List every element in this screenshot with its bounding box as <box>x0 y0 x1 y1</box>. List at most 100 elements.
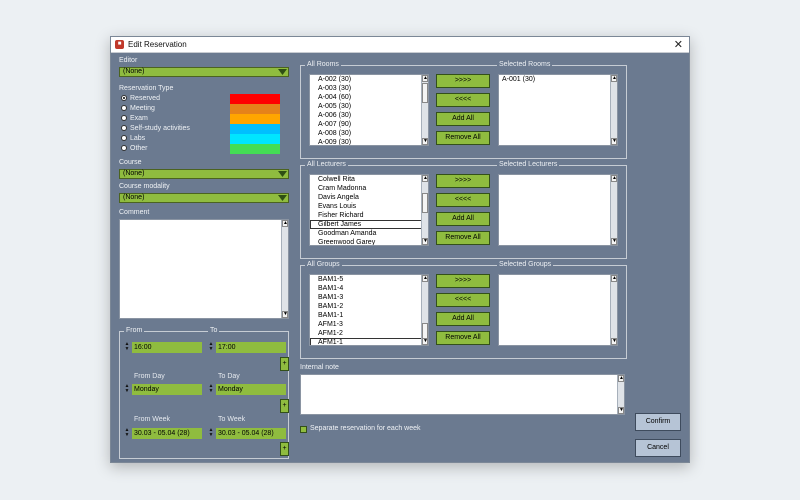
comment-scrollbar[interactable]: ▲ ▼ <box>281 220 288 318</box>
to-time-spinner[interactable]: ▲ ▼ 17:00 <box>208 342 286 353</box>
groups-all-list[interactable]: BAM1-5 BAM1-4 BAM1-3 BAM1-2 BAM1-1 AFM1-3 AFM1… <box>309 274 429 346</box>
scroll-down-icon[interactable]: ▼ <box>618 407 624 414</box>
reservation-type-option[interactable]: Self-study activities <box>121 125 190 134</box>
to-week-spinner[interactable]: ▲ ▼ 30.03 - 05.04 (28) <box>208 428 286 439</box>
lecturers-selected-scrollbar[interactable]: ▲ ▼ <box>610 175 617 245</box>
list-item[interactable]: A-005 (30) <box>310 102 422 111</box>
groups-add-selected-button[interactable]: >>>> <box>436 274 490 288</box>
spinner-arrows-icon[interactable]: ▲ ▼ <box>124 428 130 439</box>
scroll-up-icon[interactable]: ▲ <box>422 275 428 282</box>
scroll-down-icon[interactable]: ▼ <box>611 138 617 145</box>
internal-note-textarea[interactable]: ▲ ▼ <box>300 374 625 415</box>
reservation-type-option[interactable]: Reserved <box>121 95 160 104</box>
to-time-plus-button[interactable]: + <box>280 357 289 371</box>
close-icon[interactable]: ✕ <box>674 38 683 51</box>
to-day-plus-button[interactable]: + <box>280 399 289 413</box>
from-week-spinner[interactable]: ▲ ▼ 30.03 - 05.04 (28) <box>124 428 202 439</box>
radio-button[interactable] <box>121 105 127 112</box>
lecturers-all-scrollbar[interactable]: ▲ ▼ <box>421 175 428 245</box>
from-day-spinner[interactable]: ▲ ▼ Monday <box>124 384 202 395</box>
rooms-selected-list[interactable]: A-001 (30) ▲ ▼ <box>498 74 618 146</box>
editor-select[interactable]: (None) <box>119 67 289 77</box>
list-item[interactable]: Fisher Richard <box>310 211 422 220</box>
cancel-button[interactable]: Cancel <box>635 439 681 457</box>
spinner-arrows-icon[interactable]: ▲ ▼ <box>208 428 214 439</box>
scroll-up-icon[interactable]: ▲ <box>618 375 624 382</box>
lecturers-all-list[interactable]: Colwell Rita Cram Madonna Davis Angela Evan… <box>309 174 429 246</box>
scroll-up-icon[interactable]: ▲ <box>611 175 617 182</box>
scroll-thumb[interactable] <box>422 193 428 213</box>
confirm-button[interactable]: Confirm <box>635 413 681 431</box>
from-time-value[interactable]: 16:00 <box>132 342 202 353</box>
spinner-arrows-icon[interactable]: ▲ ▼ <box>124 342 130 353</box>
list-item[interactable]: Colwell Rita <box>310 175 422 184</box>
spinner-arrows-icon[interactable]: ▲ ▼ <box>208 342 214 353</box>
radio-button[interactable] <box>121 95 127 102</box>
lecturers-add-all-button[interactable]: Add All <box>436 212 490 226</box>
reservation-type-option[interactable]: Other <box>121 145 148 154</box>
rooms-all-scrollbar[interactable]: ▲ ▼ <box>421 75 428 145</box>
list-item[interactable]: A-007 (90) <box>310 120 422 129</box>
reservation-type-option[interactable]: Exam <box>121 115 148 124</box>
lecturers-remove-all-button[interactable]: Remove All <box>436 231 490 245</box>
rooms-all-list[interactable]: A-002 (30) A-003 (30) A-004 (60) A-005 (30)… <box>309 74 429 146</box>
list-item[interactable]: Cram Madonna <box>310 184 422 193</box>
list-item[interactable]: BAM1-3 <box>310 293 422 302</box>
radio-button[interactable] <box>121 145 127 152</box>
radio-button[interactable] <box>121 115 127 122</box>
from-day-value[interactable]: Monday <box>132 384 202 395</box>
scroll-down-icon[interactable]: ▼ <box>422 238 428 245</box>
groups-selected-scrollbar[interactable]: ▲ ▼ <box>610 275 617 345</box>
to-week-plus-button[interactable]: + <box>280 442 289 456</box>
to-day-spinner[interactable]: ▲ ▼ Monday <box>208 384 286 395</box>
list-item[interactable]: A-006 (30) <box>310 111 422 120</box>
groups-remove-selected-button[interactable]: <<<< <box>436 293 490 307</box>
list-item[interactable]: Davis Angela <box>310 193 422 202</box>
groups-selected-list[interactable]: ▲ ▼ <box>498 274 618 346</box>
to-day-value[interactable]: Monday <box>216 384 286 395</box>
list-item[interactable]: A-008 (30) <box>310 129 422 138</box>
radio-button[interactable] <box>121 135 127 142</box>
list-item[interactable]: Greenwood Garey <box>310 238 422 245</box>
list-item[interactable]: BAM1-2 <box>310 302 422 311</box>
groups-add-all-button[interactable]: Add All <box>436 312 490 326</box>
from-week-value[interactable]: 30.03 - 05.04 (28) <box>132 428 202 439</box>
course-select[interactable]: (None) <box>119 169 289 179</box>
lecturers-add-selected-button[interactable]: >>>> <box>436 174 490 188</box>
rooms-selected-scrollbar[interactable]: ▲ ▼ <box>610 75 617 145</box>
list-item[interactable]: A-009 (30) <box>310 138 422 145</box>
list-item[interactable]: A-001 (30) <box>499 75 617 84</box>
spinner-arrows-icon[interactable]: ▲ ▼ <box>124 384 130 395</box>
reservation-type-option[interactable]: Labs <box>121 135 145 144</box>
scroll-down-icon[interactable]: ▼ <box>611 238 617 245</box>
scroll-up-icon[interactable]: ▲ <box>611 75 617 82</box>
list-item[interactable]: AFM1-1 <box>310 338 422 345</box>
scroll-down-icon[interactable]: ▼ <box>282 311 288 318</box>
list-item[interactable]: BAM1-4 <box>310 284 422 293</box>
to-time-value[interactable]: 17:00 <box>216 342 286 353</box>
lecturers-remove-selected-button[interactable]: <<<< <box>436 193 490 207</box>
comment-textarea[interactable]: ▲ ▼ <box>119 219 289 319</box>
radio-button[interactable] <box>121 125 127 132</box>
rooms-add-all-button[interactable]: Add All <box>436 112 490 126</box>
list-item[interactable]: A-003 (30) <box>310 84 422 93</box>
list-item[interactable]: AFM1-3 <box>310 320 422 329</box>
rooms-remove-all-button[interactable]: Remove All <box>436 131 490 145</box>
spinner-arrows-icon[interactable]: ▲ ▼ <box>208 384 214 395</box>
scroll-up-icon[interactable]: ▲ <box>611 275 617 282</box>
groups-all-scrollbar[interactable]: ▲ ▼ <box>421 275 428 345</box>
internal-note-scrollbar[interactable]: ▲ ▼ <box>617 375 624 414</box>
list-item[interactable]: Evans Louis <box>310 202 422 211</box>
list-item[interactable]: A-002 (30) <box>310 75 422 84</box>
list-item[interactable]: A-004 (60) <box>310 93 422 102</box>
lecturers-selected-list[interactable]: ▲ ▼ <box>498 174 618 246</box>
scroll-up-icon[interactable]: ▲ <box>422 175 428 182</box>
rooms-add-selected-button[interactable]: >>>> <box>436 74 490 88</box>
reservation-type-option[interactable]: Meeting <box>121 105 155 114</box>
list-item[interactable]: BAM1-1 <box>310 311 422 320</box>
scroll-thumb[interactable] <box>422 83 428 103</box>
from-time-spinner[interactable]: ▲ ▼ 16:00 <box>124 342 202 353</box>
course-modality-select[interactable]: (None) <box>119 193 289 203</box>
list-item[interactable]: Goodman Amanda <box>310 229 422 238</box>
scroll-down-icon[interactable]: ▼ <box>611 338 617 345</box>
